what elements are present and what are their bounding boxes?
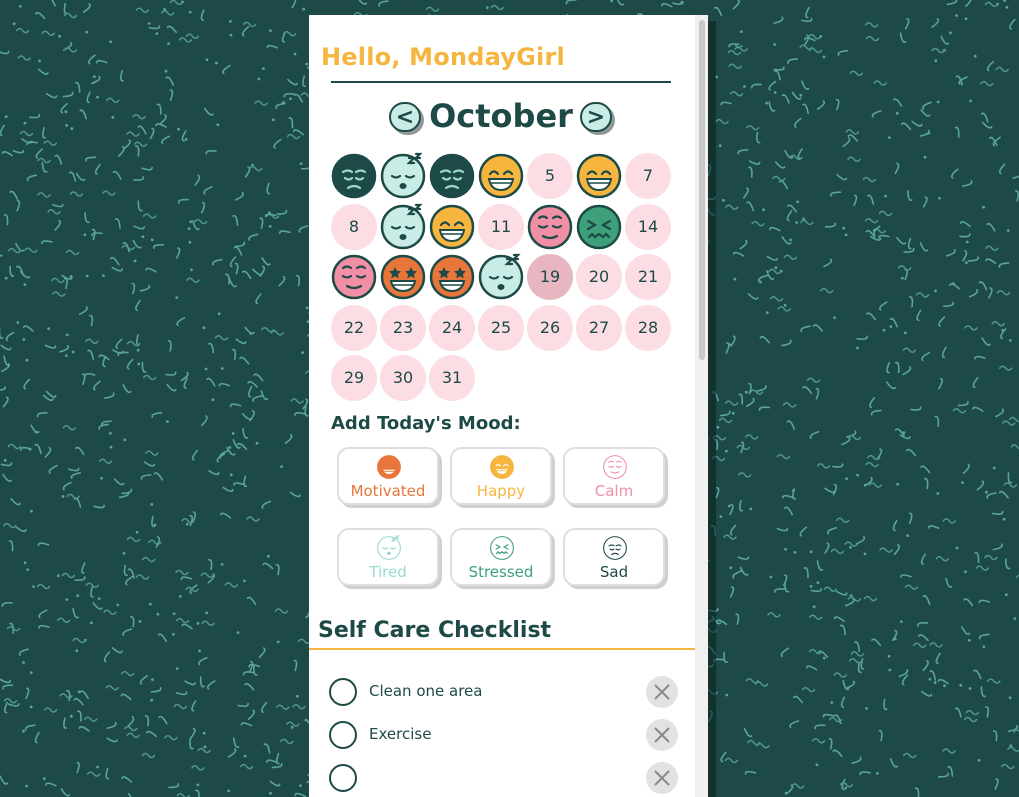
prev-month-button[interactable]: < [389,102,421,132]
happy-face-icon [576,153,622,199]
calendar-day-today[interactable]: 19 [527,254,573,300]
mood-button-motivated[interactable]: Motivated [337,447,439,505]
calendar-day[interactable]: 21 [625,254,671,300]
checkbox-circle-icon[interactable] [329,764,357,792]
mood-button-label: Calm [594,482,634,500]
calendar-day-mood[interactable] [526,203,574,251]
calendar-day-mood[interactable] [379,253,427,301]
calendar-day[interactable]: 24 [429,304,475,351]
tired-face-icon [478,253,524,300]
calendar-day-mood[interactable] [428,253,476,301]
mood-button-happy[interactable]: Happy [450,447,552,505]
calendar-day[interactable]: 25 [478,304,524,351]
calm-face-icon [331,254,377,300]
delete-item-button[interactable] [646,719,678,751]
mood-button-label: Sad [599,563,629,581]
calendar-day-mood[interactable] [330,152,378,200]
calendar-day[interactable]: 28 [625,304,671,351]
checkbox-circle-icon[interactable] [329,678,357,706]
checklist-item-label: Clean one area [369,682,483,700]
motivated-face-icon [380,254,426,300]
mood-button-label: Happy [476,482,526,500]
scrollbar-thumb[interactable] [699,20,705,360]
calendar-day[interactable]: 22 [331,304,377,351]
calendar-day[interactable]: 11 [478,203,524,250]
mood-button-stressed[interactable]: Stressed [450,528,552,586]
delete-item-button[interactable] [646,676,678,708]
calendar-day-mood[interactable] [477,253,525,301]
tired-face-icon [380,203,426,249]
motivated-face-icon [377,455,401,479]
sad-face-icon [331,153,377,199]
calm-face-icon [527,204,573,249]
tired-face-icon [380,152,426,199]
calendar-day-mood[interactable] [575,152,623,200]
mood-button-label: Tired [369,563,407,581]
calendar-day[interactable]: 7 [625,153,671,199]
calendar-day-mood[interactable] [379,152,427,200]
close-icon [654,727,670,743]
month-title: October [429,97,573,135]
calm-face-icon [603,455,627,479]
mood-button-label: Motivated [350,482,426,500]
motivated-face-icon [429,254,475,300]
mood-tracker-panel: Hello, MondayGirl < October > 5 7 8 11 14 19 2… [309,15,708,797]
delete-item-button[interactable] [646,762,678,794]
greeting-title: Hello, MondayGirl [321,43,565,71]
mood-button-calm[interactable]: Calm [563,447,665,505]
calendar-day[interactable]: 26 [527,304,573,351]
mood-button-tired[interactable]: Tired [337,528,439,586]
sad-face-icon [603,536,627,560]
mood-heading: Add Today's Mood: [331,413,521,434]
checklist-item: Clean one area [309,672,695,712]
calendar-day-mood[interactable] [428,152,476,200]
mood-button-sad[interactable]: Sad [563,528,665,586]
checklist-item-label: Exercise [369,725,432,743]
calendar-day[interactable]: 30 [380,355,426,401]
next-month-button[interactable]: > [580,102,612,132]
calendar-day[interactable]: 14 [625,203,671,250]
close-icon [654,770,670,786]
calendar-day-mood[interactable] [575,203,623,251]
greeting-divider [331,81,671,83]
calendar-day[interactable]: 20 [576,254,622,300]
calendar-day[interactable]: 27 [576,304,622,351]
stressed-face-icon [576,204,622,249]
happy-face-icon [429,204,475,249]
calendar-day-mood[interactable] [477,152,525,200]
stressed-face-icon [490,536,514,560]
calendar-day[interactable]: 8 [331,203,377,250]
calendar-day[interactable]: 31 [429,355,475,401]
checklist-heading: Self Care Checklist [318,618,552,643]
sad-face-icon [429,153,475,199]
calendar-day-mood[interactable] [379,203,427,251]
checklist-item: Exercise [309,715,695,755]
calendar-day[interactable]: 5 [527,153,573,199]
checklist-item-partial [309,758,695,797]
close-icon [654,684,670,700]
calendar-day[interactable]: 23 [380,304,426,351]
mood-button-label: Stressed [468,563,534,581]
calendar-day-mood[interactable] [428,203,476,251]
tired-face-icon [377,535,401,560]
checklist-divider [309,648,695,650]
happy-face-icon [490,455,514,479]
calendar-day[interactable]: 29 [331,355,377,401]
calendar-day-mood[interactable] [330,253,378,301]
checkbox-circle-icon[interactable] [329,721,357,749]
happy-face-icon [478,153,524,199]
